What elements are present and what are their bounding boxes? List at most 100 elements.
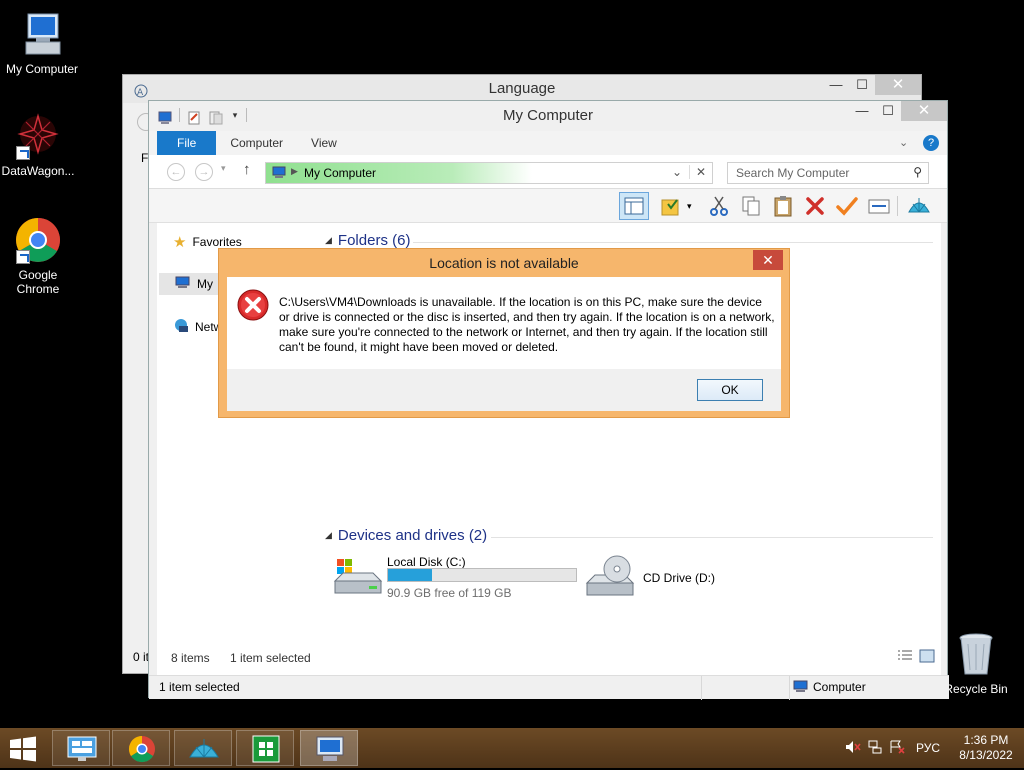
navigation-bar: ← → ▾ ↑ ▶ My Computer ⌄ ✕ Search My Comp… [149,155,947,189]
item-count: 8 items [171,651,210,665]
minimize-button[interactable]: — [849,101,875,121]
details-view-icon[interactable] [897,649,913,663]
taskbar-shell[interactable] [174,730,232,766]
quick-access-toolbar: ▾ [157,107,247,125]
breadcrumb-chevron-icon: ▶ [291,166,298,176]
ok-button[interactable]: OK [697,379,763,401]
tab-file[interactable]: File [157,131,217,155]
language-window-titlebar[interactable]: A Language — ☐ ✕ [123,75,921,103]
group-header-label: Devices and drives (2) [337,527,488,544]
language-window-title: Language [488,80,556,97]
start-button[interactable] [8,736,38,762]
preview-pane-icon[interactable] [619,192,649,220]
clock[interactable]: 1:36 PM 8/13/2022 [948,733,1024,763]
search-icon: ⚲ [913,165,922,179]
command-toolbar: ▾ [149,189,947,223]
search-input[interactable]: Search My Computer ⚲ [727,162,929,184]
address-clear-icon[interactable]: ✕ [688,165,706,179]
recent-locations-icon[interactable]: ▾ [221,163,226,174]
drive-cd[interactable]: CD Drive (D:) [585,555,765,603]
customize-dropdown-icon[interactable]: ▾ [230,107,240,123]
volume-muted-icon[interactable] [842,740,864,757]
computer-icon [18,10,66,58]
drive-used-fill [388,569,433,581]
status-bar: 8 items 1 item selected [157,641,941,675]
ribbon-expand-icon[interactable]: ⌄ [899,131,919,155]
star-icon: ★ [173,234,187,251]
folder-options-icon[interactable] [659,194,683,218]
email-icon[interactable] [867,194,891,218]
new-folder-icon[interactable] [208,107,224,125]
rename-check-icon[interactable] [835,194,859,218]
hard-drive-icon [333,559,383,602]
cut-icon[interactable] [707,194,731,218]
status-selected: 1 item selected [159,680,240,694]
desktop-icon-datawagon[interactable]: DataWagon... [0,112,80,178]
desktop-icon-label: Google Chrome [16,268,60,296]
error-icon [237,289,269,321]
options-dropdown-icon[interactable]: ▾ [687,194,697,218]
network-tray-icon[interactable] [864,740,886,757]
address-bar[interactable]: ▶ My Computer ⌄ ✕ [265,162,713,184]
taskbar-chrome[interactable] [112,730,170,766]
explorer-window-title: My Computer [502,107,594,124]
store-icon [252,735,280,763]
minimize-button[interactable]: — [823,75,849,95]
drive-free-space: 90.9 GB free of 119 GB [387,586,512,600]
dialog-body: C:\Users\VM4\Downloads is unavailable. I… [227,277,781,369]
shell-icon[interactable] [907,194,931,218]
status-location: Computer [813,680,866,694]
help-icon[interactable]: ? [923,135,939,151]
taskbar-control-panel[interactable] [52,730,110,766]
input-language[interactable]: РУС [908,741,948,755]
explorer-titlebar[interactable]: ▾ My Computer — ☐ ✕ [149,101,947,131]
copy-icon[interactable] [739,194,763,218]
taskbar-explorer[interactable] [300,730,358,766]
action-center-icon[interactable] [886,740,908,757]
selection-count: 1 item selected [230,651,311,665]
windows-logo-icon [10,736,36,762]
address-dropdown-icon[interactable]: ⌄ [672,165,682,179]
computer-icon [316,736,344,761]
paste-icon[interactable] [771,194,795,218]
properties-icon[interactable] [186,107,202,125]
chrome-icon [14,216,62,264]
search-placeholder: Search My Computer [736,166,850,180]
nav-item-label: My [197,277,213,291]
tab-computer[interactable]: Computer [216,131,297,155]
dialog-footer: OK [227,369,781,411]
computer-small-icon[interactable] [157,107,173,124]
dialog-close-button[interactable]: ✕ [753,250,783,270]
control-panel-icon [67,736,97,761]
maximize-button[interactable]: ☐ [849,75,875,95]
taskbar-store[interactable] [236,730,294,766]
collapse-icon: ◢ [325,235,332,245]
ribbon-tabs: File Computer View ⌄ ? [149,131,947,155]
tab-view[interactable]: View [297,131,351,155]
back-button[interactable]: ← [167,163,185,181]
up-button[interactable]: ↑ [243,161,251,178]
address-computer-icon [272,166,286,180]
devices-group-header[interactable]: ◢ Devices and drives (2) [325,527,487,544]
large-icons-view-icon[interactable] [919,649,935,663]
shortcut-arrow-icon [16,146,30,160]
datawagon-icon [14,112,62,160]
svg-text:A: A [137,88,144,98]
cd-drive-icon [585,555,637,604]
error-dialog[interactable]: Location is not available ✕ C:\Users\VM4… [218,248,790,418]
close-button[interactable]: ✕ [875,75,921,95]
dialog-titlebar[interactable]: Location is not available ✕ [219,249,789,277]
desktop-icon-chrome[interactable]: Google Chrome [0,216,80,296]
nav-item-network[interactable]: Netw [173,317,222,336]
nav-item-label: Favorites [192,235,242,249]
group-header-label: Folders (6) [337,232,411,249]
drive-capacity-bar [387,568,577,582]
folders-group-header[interactable]: ◢ Folders (6) [325,232,410,249]
forward-button[interactable]: → [195,163,213,181]
close-button[interactable]: ✕ [901,101,947,121]
desktop-icon-my-computer[interactable]: My Computer [0,10,84,76]
system-tray: РУС 1:36 PM 8/13/2022 [842,728,1024,768]
drive-name: Local Disk (C:) [387,555,466,569]
maximize-button[interactable]: ☐ [875,101,901,121]
delete-icon[interactable] [803,194,827,218]
